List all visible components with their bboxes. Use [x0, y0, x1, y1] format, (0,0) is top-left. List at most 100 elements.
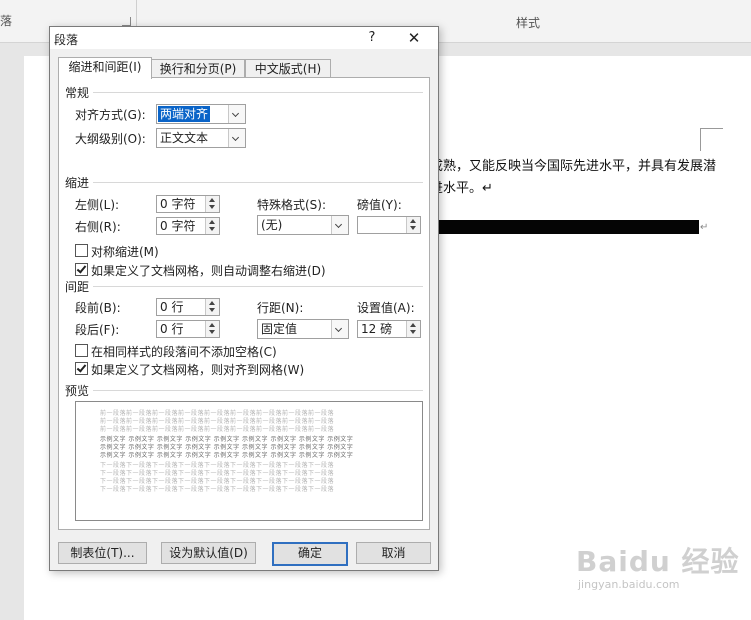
spinner-buttons[interactable]: [205, 321, 219, 337]
arrow-down-icon[interactable]: [209, 308, 215, 312]
spinner-buttons[interactable]: [406, 217, 420, 233]
arrow-down-icon[interactable]: [209, 205, 215, 209]
section-divider: [93, 286, 423, 287]
mirror-indents-checkbox[interactable]: [75, 244, 88, 257]
special-indent-select[interactable]: (无): [257, 215, 349, 235]
section-preview-heading: 预览: [65, 384, 90, 398]
indent-by-spinner[interactable]: [357, 216, 421, 234]
chevron-down-icon[interactable]: [331, 320, 348, 338]
line-spacing-value: 固定值: [261, 322, 298, 336]
arrow-up-icon[interactable]: [209, 220, 215, 224]
space-after-label: 段后(F):: [75, 323, 120, 337]
watermark: Baidu 经验 jingyan.baidu.com: [576, 540, 740, 591]
arrow-up-icon[interactable]: [209, 323, 215, 327]
auto-adjust-right-indent-checkbox[interactable]: [75, 263, 88, 276]
arrow-up-icon[interactable]: [209, 301, 215, 305]
spinner-buttons[interactable]: [406, 321, 420, 337]
paragraph-preview: 前一段落前一段落前一段落前一段落前一段落前一段落前一段落前一段落前一段落 前一段…: [75, 401, 423, 521]
preview-sample-text: 示例文字 示例文字 示例文字 示例文字 示例文字 示例文字 示例文字 示例文字 …: [100, 452, 354, 459]
tab-panel: 常规 对齐方式(G): 两端对齐 大纲级别(O): 正文文本 缩进 左侧(L):…: [58, 77, 430, 530]
arrow-down-icon[interactable]: [410, 330, 416, 334]
preview-next-paragraph: 下一段落下一段落下一段落下一段落下一段落下一段落下一段落下一段落下一段落: [100, 478, 335, 485]
alignment-value: 两端对齐: [158, 106, 211, 122]
section-divider: [93, 390, 423, 391]
spacing-at-spinner[interactable]: 12 磅: [357, 320, 421, 338]
preview-previous-paragraph: 前一段落前一段落前一段落前一段落前一段落前一段落前一段落前一段落前一段落: [100, 418, 335, 425]
chevron-down-icon[interactable]: [228, 105, 245, 123]
section-general-heading: 常规: [65, 86, 90, 100]
section-spacing-heading: 间距: [65, 280, 90, 294]
snap-to-grid-checkbox[interactable]: [75, 362, 88, 375]
mirror-indents-label[interactable]: 对称缩进(M): [91, 243, 159, 260]
dialog-launcher-icon[interactable]: [122, 17, 131, 26]
space-before-value: 0 行: [160, 300, 184, 314]
ribbon-group-label-styles: 样式: [516, 16, 541, 30]
chevron-down-icon[interactable]: [331, 216, 348, 234]
chevron-down-icon[interactable]: [228, 129, 245, 147]
preview-previous-paragraph: 前一段落前一段落前一段落前一段落前一段落前一段落前一段落前一段落前一段落: [100, 410, 335, 417]
spinner-buttons[interactable]: [205, 196, 219, 212]
section-indent-heading: 缩进: [65, 176, 90, 190]
special-indent-label: 特殊格式(S):: [257, 198, 327, 212]
paragraph-dialog: 段落 ? ✕ 缩进和间距(I) 换行和分页(P) 中文版式(H) 常规 对齐方式…: [49, 26, 439, 571]
dialog-title: 段落: [54, 33, 79, 47]
help-button[interactable]: ?: [362, 29, 382, 47]
tab-line-page-breaks[interactable]: 换行和分页(P): [151, 59, 245, 78]
spacing-at-label: 设置值(A):: [357, 301, 415, 315]
arrow-up-icon[interactable]: [410, 323, 416, 327]
paragraph-mark: ↵: [700, 222, 709, 233]
preview-next-paragraph: 下一段落下一段落下一段落下一段落下一段落下一段落下一段落下一段落下一段落: [100, 470, 335, 477]
document-selected-block[interactable]: [437, 220, 699, 234]
arrow-up-icon[interactable]: [410, 219, 416, 223]
outline-level-value: 正文文本: [160, 131, 209, 145]
ribbon-group-label-paragraph: 落: [0, 14, 13, 28]
right-indent-label: 右侧(R):: [75, 220, 121, 234]
special-indent-value: (无): [261, 218, 283, 232]
dialog-titlebar[interactable]: 段落 ? ✕: [50, 27, 438, 49]
left-indent-value: 0 字符: [160, 197, 196, 211]
outline-level-select[interactable]: 正文文本: [156, 128, 246, 148]
arrow-down-icon[interactable]: [410, 226, 416, 230]
right-indent-spinner[interactable]: 0 字符: [156, 217, 220, 235]
spinner-buttons[interactable]: [205, 299, 219, 315]
space-before-label: 段前(B):: [75, 301, 121, 315]
arrow-down-icon[interactable]: [209, 227, 215, 231]
section-divider: [93, 182, 423, 183]
space-before-spinner[interactable]: 0 行: [156, 298, 220, 316]
tab-indents-spacing[interactable]: 缩进和间距(I): [58, 57, 152, 79]
spacing-at-value: 12 磅: [361, 322, 393, 336]
arrow-down-icon[interactable]: [209, 330, 215, 334]
preview-next-paragraph: 下一段落下一段落下一段落下一段落下一段落下一段落下一段落下一段落下一段落: [100, 462, 335, 469]
line-spacing-label: 行距(N):: [257, 301, 304, 315]
cancel-button[interactable]: 取消: [356, 542, 431, 564]
no-space-same-style-checkbox[interactable]: [75, 344, 88, 357]
line-spacing-select[interactable]: 固定值: [257, 319, 349, 339]
document-text-line[interactable]: 进水平。↵: [430, 177, 493, 196]
no-space-same-style-label[interactable]: 在相同样式的段落间不添加空格(C): [91, 343, 277, 360]
preview-next-paragraph: 下一段落下一段落下一段落下一段落下一段落下一段落下一段落下一段落下一段落: [100, 486, 335, 493]
space-after-spinner[interactable]: 0 行: [156, 320, 220, 338]
snap-to-grid-label[interactable]: 如果定义了文档网格，则对齐到网格(W): [91, 361, 304, 378]
alignment-label: 对齐方式(G):: [75, 108, 146, 122]
section-divider: [93, 92, 423, 93]
left-indent-spinner[interactable]: 0 字符: [156, 195, 220, 213]
tab-asian-typography[interactable]: 中文版式(H): [245, 59, 331, 78]
preview-sample-text: 示例文字 示例文字 示例文字 示例文字 示例文字 示例文字 示例文字 示例文字 …: [100, 444, 354, 451]
tabs-button[interactable]: 制表位(T)...: [58, 542, 147, 564]
document-text-line[interactable]: 成熟，又能反映当今国际先进水平，并具有发展潜: [430, 155, 716, 174]
preview-previous-paragraph: 前一段落前一段落前一段落前一段落前一段落前一段落前一段落前一段落前一段落: [100, 426, 335, 433]
auto-adjust-right-indent-label[interactable]: 如果定义了文档网格，则自动调整右缩进(D): [91, 262, 326, 279]
margin-corner-mark: [700, 128, 723, 151]
left-indent-label: 左侧(L):: [75, 198, 120, 212]
arrow-up-icon[interactable]: [209, 198, 215, 202]
watermark-logo: Baidu 经验: [576, 545, 740, 578]
close-button[interactable]: ✕: [402, 28, 426, 48]
right-indent-value: 0 字符: [160, 219, 196, 233]
space-after-value: 0 行: [160, 322, 184, 336]
indent-by-label: 磅值(Y):: [357, 198, 402, 212]
set-as-default-button[interactable]: 设为默认值(D): [161, 542, 256, 564]
spinner-buttons[interactable]: [205, 218, 219, 234]
ok-button[interactable]: 确定: [272, 542, 348, 566]
outline-level-label: 大纲级别(O):: [75, 132, 146, 146]
alignment-select[interactable]: 两端对齐: [156, 104, 246, 124]
